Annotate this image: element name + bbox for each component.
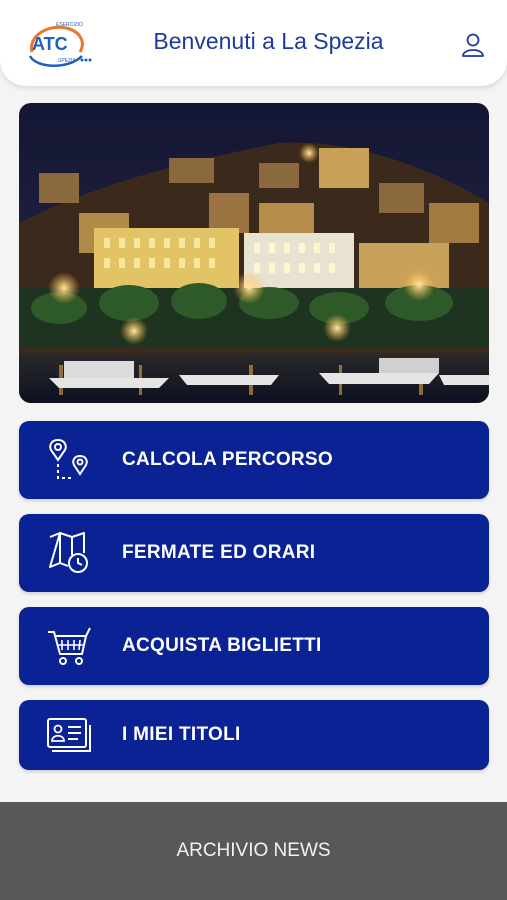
i-miei-titoli-label: I MIEI TITOLI: [122, 724, 241, 745]
hero-city-photo: [19, 103, 489, 403]
archivio-news-label: ARCHIVIO NEWS: [176, 840, 331, 861]
map-clock-icon: [41, 529, 97, 577]
atc-logo[interactable]: ATC ESERCIZIO SPEZIA: [22, 16, 92, 72]
fermate-ed-orari-button[interactable]: FERMATE ED ORARI: [19, 514, 489, 592]
archivio-news-button[interactable]: ARCHIVIO NEWS: [0, 802, 507, 900]
logo-text: ATC: [32, 34, 68, 54]
cart-icon: [41, 622, 97, 670]
logo-small-bottom: SPEZIA: [58, 58, 76, 64]
calcola-percorso-label: CALCOLA PERCORSO: [122, 449, 333, 470]
route-pins-icon: [41, 436, 97, 484]
app-header: ATC ESERCIZIO SPEZIA Benvenuti a La Spez…: [0, 0, 507, 86]
user-profile-button[interactable]: [458, 30, 488, 60]
logo-small-top: ESERCIZIO: [56, 22, 83, 28]
page-title: Benvenuti a La Spezia: [153, 28, 384, 54]
acquista-biglietti-button[interactable]: ACQUISTA BIGLIETTI: [19, 607, 489, 685]
id-card-icon: [41, 711, 97, 759]
acquista-biglietti-label: ACQUISTA BIGLIETTI: [122, 635, 322, 656]
user-icon: [462, 33, 484, 57]
fermate-ed-orari-label: FERMATE ED ORARI: [122, 542, 316, 563]
i-miei-titoli-button[interactable]: I MIEI TITOLI: [19, 700, 489, 770]
calcola-percorso-button[interactable]: CALCOLA PERCORSO: [19, 421, 489, 499]
